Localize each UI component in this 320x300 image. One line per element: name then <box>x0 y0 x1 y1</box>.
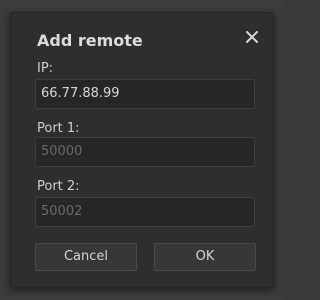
dialog-title: Add remote <box>37 31 143 50</box>
port2-input[interactable]: 50002 <box>35 197 255 227</box>
port1-label: Port 1: <box>37 121 80 136</box>
ip-input[interactable]: 66.77.88.99 <box>35 79 255 109</box>
port1-input[interactable]: 50000 <box>35 137 255 167</box>
close-button[interactable] <box>241 27 263 49</box>
port2-label: Port 2: <box>37 179 80 194</box>
ok-button[interactable]: OK <box>154 243 256 271</box>
ip-label: IP: <box>37 61 54 76</box>
cancel-button[interactable]: Cancel <box>35 243 137 271</box>
add-remote-dialog: Add remote IP: 66.77.88.99 Port 1: 50000… <box>10 12 274 288</box>
close-icon <box>246 31 258 43</box>
